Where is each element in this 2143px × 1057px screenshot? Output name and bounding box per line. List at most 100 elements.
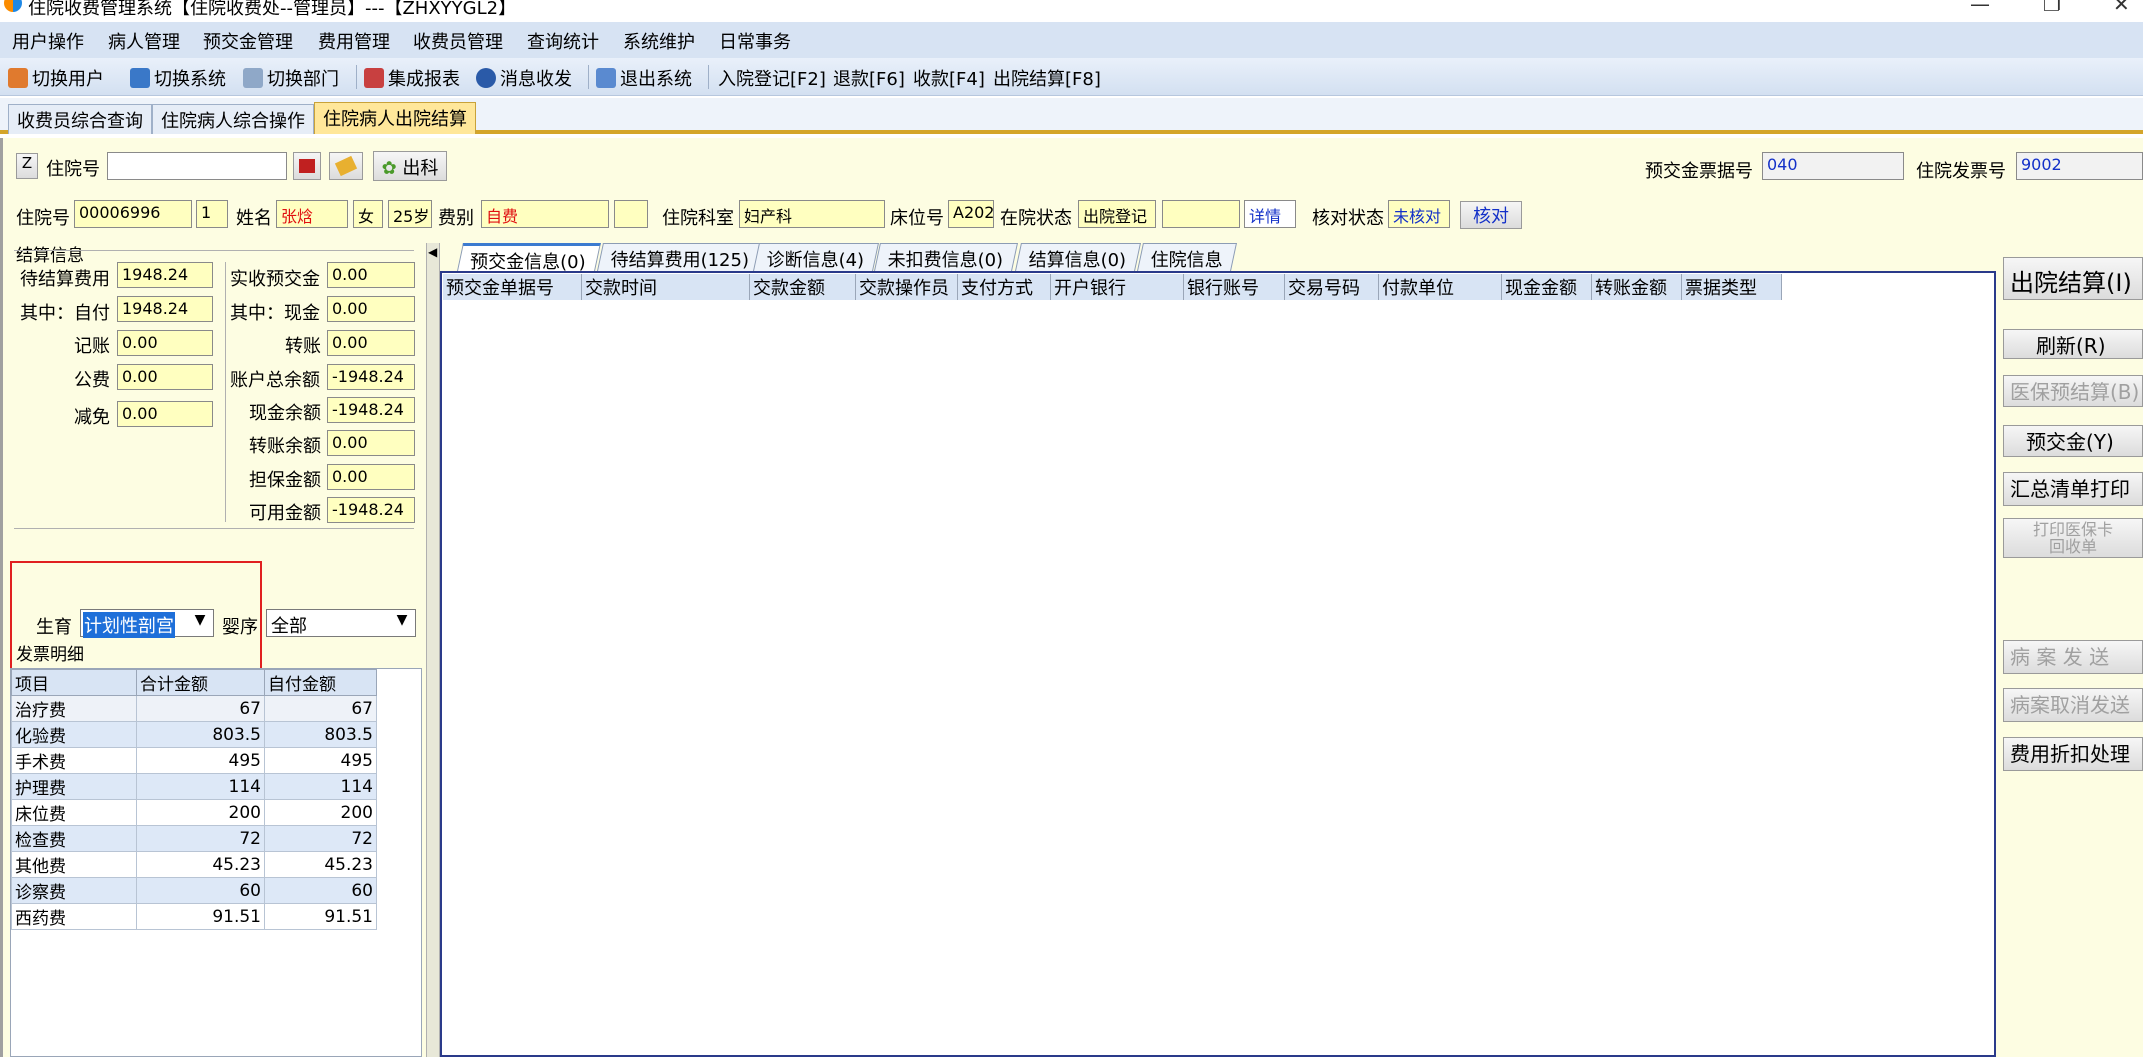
print-insurance-card-button[interactable]: 打印医保卡 回收单 bbox=[2003, 518, 2143, 558]
menu-query-stats[interactable]: 查询统计 bbox=[527, 28, 599, 54]
discharge-settle-button[interactable]: 出院结算[F8] bbox=[993, 65, 1101, 91]
actual-deposit-field: 0.00 bbox=[327, 262, 415, 288]
tab-inpatient-info[interactable]: 住院信息 bbox=[1137, 243, 1237, 271]
age-field: 25岁 bbox=[388, 200, 432, 228]
switch-system-button[interactable]: 切换系统 bbox=[130, 65, 226, 91]
switch-system-icon bbox=[130, 68, 150, 88]
menu-deposit-mgmt[interactable]: 预交金管理 bbox=[203, 28, 293, 54]
menu-fee-mgmt[interactable]: 费用管理 bbox=[318, 28, 390, 54]
menu-cashier-mgmt[interactable]: 收费员管理 bbox=[413, 28, 503, 54]
check-button[interactable]: 核对 bbox=[1460, 201, 1522, 229]
title-bar: 住院收费管理系统【住院收费处--管理员】---【ZHXYYGL2】 — ❐ ✕ bbox=[0, 0, 2143, 17]
waive-label: 减免 bbox=[74, 407, 110, 428]
fee-discount-button[interactable]: 费用折扣处理 bbox=[2003, 737, 2143, 771]
charge-button[interactable]: 收款[F4] bbox=[913, 65, 985, 91]
col-self-pay[interactable]: 自付金额 bbox=[264, 669, 377, 696]
discharge-settle-side-button[interactable]: 出院结算(I) bbox=[2003, 257, 2143, 300]
message-button[interactable]: 消息收发 bbox=[476, 65, 572, 91]
public-field: 0.00 bbox=[117, 364, 213, 390]
table-row[interactable]: 化验费 803.5 803.5 bbox=[11, 721, 377, 748]
deposit-receipt-field[interactable]: 040 bbox=[1762, 152, 1904, 180]
col-pay-method[interactable]: 支付方式 bbox=[958, 274, 1051, 300]
cash-balance-field: -1948.24 bbox=[327, 397, 415, 423]
admission-times-field: 1 bbox=[196, 200, 228, 228]
invoice-table: 项目 合计金额 自付金额 治疗费 67 67 化验费 803.5 803.5 手术费 49… bbox=[11, 669, 377, 930]
inpatient-no-search-input[interactable] bbox=[107, 152, 287, 180]
col-deposit-no[interactable]: 预交金单据号 bbox=[443, 274, 582, 300]
refund-button[interactable]: 退款[F6] bbox=[833, 65, 905, 91]
menu-system-maint[interactable]: 系统维护 bbox=[623, 28, 695, 54]
menu-patient-mgmt[interactable]: 病人管理 bbox=[108, 28, 180, 54]
tab-undeducted[interactable]: 未扣费信息(0) bbox=[874, 243, 1018, 271]
table-row[interactable]: 床位费 200 200 bbox=[11, 799, 377, 826]
deposit-side-button[interactable]: 预交金(Y) bbox=[2003, 425, 2143, 457]
status-label: 在院状态 bbox=[1000, 208, 1072, 229]
col-pay-amount[interactable]: 交款金额 bbox=[750, 274, 856, 300]
menu-daily-affairs[interactable]: 日常事务 bbox=[719, 28, 791, 54]
toolbar-separator bbox=[588, 65, 589, 89]
refresh-button[interactable]: 刷新(R) bbox=[2003, 329, 2143, 359]
patient-no-label: 住院号 bbox=[16, 208, 70, 229]
birth-select[interactable]: 计划性剖宫 ▼ bbox=[80, 609, 214, 638]
col-receipt-type[interactable]: 票据类型 bbox=[1682, 274, 1782, 300]
clear-button[interactable] bbox=[329, 152, 363, 180]
summary-print-button[interactable]: 汇总清单打印 bbox=[2003, 472, 2143, 506]
account-field: 0.00 bbox=[117, 330, 213, 356]
restore-button[interactable]: ❐ bbox=[2043, 0, 2061, 16]
switch-dept-button[interactable]: 切换部门 bbox=[243, 65, 339, 91]
z-button[interactable]: Z bbox=[16, 153, 38, 179]
minimize-button[interactable]: — bbox=[1970, 0, 1990, 16]
report-button[interactable]: 集成报表 bbox=[364, 65, 460, 91]
tab-cashier-query[interactable]: 收费员综合查询 bbox=[8, 104, 152, 134]
card-reader-button[interactable] bbox=[293, 152, 321, 180]
tab-diagnosis[interactable]: 诊断信息(4) bbox=[753, 243, 879, 271]
col-bank[interactable]: 开户银行 bbox=[1051, 274, 1184, 300]
discharge-dept-button[interactable]: ✿ 出科 bbox=[373, 151, 447, 181]
tab-deposit-info[interactable]: 预交金信息(0) bbox=[457, 243, 601, 273]
insurance-pre-settle-button[interactable]: 医保预结算(B) bbox=[2003, 375, 2143, 407]
record-cancel-send-button[interactable]: 病案取消发送 bbox=[2003, 688, 2143, 722]
splitter[interactable]: ◀ bbox=[426, 243, 440, 1057]
col-operator[interactable]: 交款操作员 bbox=[856, 274, 958, 300]
table-row[interactable]: 治疗费 67 67 bbox=[11, 695, 377, 722]
baby-order-select[interactable]: 全部 ▼ bbox=[266, 609, 416, 637]
table-row[interactable]: 护理费 114 114 bbox=[11, 773, 377, 800]
table-row[interactable]: 手术费 495 495 bbox=[11, 747, 377, 774]
switch-user-button[interactable]: 切换用户 bbox=[8, 65, 104, 91]
close-button[interactable]: ✕ bbox=[2113, 0, 2130, 16]
exit-system-button[interactable]: 退出系统 bbox=[596, 65, 692, 91]
table-row[interactable]: 西药费 91.51 91.51 bbox=[11, 903, 377, 930]
col-trade-no[interactable]: 交易号码 bbox=[1285, 274, 1379, 300]
table-row[interactable]: 检查费 72 72 bbox=[11, 825, 377, 852]
app-logo-icon bbox=[4, 0, 22, 12]
col-transfer-amount[interactable]: 转账金额 bbox=[1592, 274, 1682, 300]
col-total[interactable]: 合计金额 bbox=[136, 669, 265, 696]
admit-button[interactable]: 入院登记[F2] bbox=[718, 65, 826, 91]
tab-settlement[interactable]: 结算信息(0) bbox=[1015, 243, 1141, 271]
record-send-button[interactable]: 病 案 发 送 bbox=[2003, 640, 2143, 674]
col-bank-account[interactable]: 银行账号 bbox=[1184, 274, 1285, 300]
account-label: 记账 bbox=[74, 336, 110, 357]
transfer-field: 0.00 bbox=[327, 330, 415, 356]
col-item[interactable]: 项目 bbox=[11, 669, 137, 696]
table-row[interactable]: 诊察费 60 60 bbox=[11, 877, 377, 904]
tab-bar: 收费员综合查询 住院病人综合操作 住院病人出院结算 bbox=[0, 98, 2143, 134]
table-row[interactable]: 其他费 45.23 45.23 bbox=[11, 851, 377, 878]
tab-discharge-settle[interactable]: 住院病人出院结算 bbox=[314, 102, 476, 134]
cash-field: 0.00 bbox=[327, 296, 415, 322]
transfer-balance-label: 转账余额 bbox=[249, 436, 321, 457]
detail-button[interactable]: 详情 bbox=[1244, 200, 1296, 228]
birth-select-value: 计划性剖宫 bbox=[83, 612, 175, 638]
deposit-receipt-label: 预交金票据号 bbox=[1645, 161, 1753, 182]
invoice-grid: 项目 合计金额 自付金额 治疗费 67 67 化验费 803.5 803.5 手术费 49… bbox=[10, 668, 422, 1057]
menu-user-ops[interactable]: 用户操作 bbox=[12, 28, 84, 54]
col-payer[interactable]: 付款单位 bbox=[1379, 274, 1502, 300]
invoice-no-field[interactable]: 9002 bbox=[2016, 152, 2143, 180]
info-icon bbox=[476, 68, 496, 88]
total-balance-label: 账户总余额 bbox=[230, 370, 320, 391]
col-cash-amount[interactable]: 现金金额 bbox=[1502, 274, 1592, 300]
col-pay-time[interactable]: 交款时间 bbox=[582, 274, 750, 300]
dept-field: 妇产科 bbox=[739, 200, 885, 228]
tab-inpatient-ops[interactable]: 住院病人综合操作 bbox=[152, 104, 314, 134]
tab-pending-fees[interactable]: 待结算费用(125) bbox=[597, 243, 764, 271]
